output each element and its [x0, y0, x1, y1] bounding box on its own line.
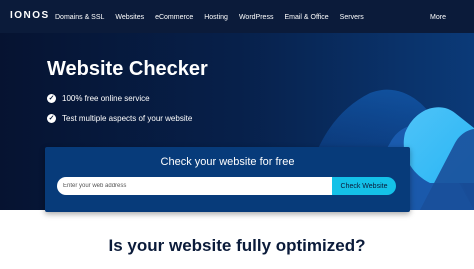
check-icon: ✓ [47, 93, 56, 103]
feature-label: 100% free online service [62, 93, 150, 103]
check-website-button[interactable]: Check Website [332, 177, 396, 195]
feature-item: ✓ 100% free online service [47, 88, 192, 108]
page: IONOS Domains & SSL Websites eCommerce H… [0, 0, 474, 269]
checker-card: Check your website for free Check Websit… [45, 147, 410, 212]
section-heading: Is your website fully optimized? [108, 236, 366, 255]
feature-label: Test multiple aspects of your website [62, 113, 193, 123]
logo[interactable]: IONOS [10, 10, 50, 21]
nav-item-websites[interactable]: Websites [115, 14, 144, 21]
nav-item-servers[interactable]: Servers [340, 14, 364, 21]
page-title: Website Checker [47, 58, 208, 80]
top-nav: IONOS Domains & SSL Websites eCommerce H… [0, 0, 474, 33]
feature-list: ✓ 100% free online service ✓ Test multip… [47, 88, 192, 128]
nav-item-domains[interactable]: Domains & SSL [55, 14, 104, 21]
nav-item-ecommerce[interactable]: eCommerce [155, 14, 193, 21]
nav-item-wordpress[interactable]: WordPress [239, 14, 274, 21]
nav-menu: Domains & SSL Websites eCommerce Hosting… [55, 14, 364, 21]
check-icon: ✓ [47, 113, 56, 123]
checker-heading: Check your website for free [160, 156, 295, 168]
nav-item-email-office[interactable]: Email & Office [284, 14, 328, 21]
nav-more[interactable]: More [430, 14, 446, 21]
website-address-input[interactable] [57, 177, 332, 195]
nav-item-hosting[interactable]: Hosting [204, 14, 228, 21]
feature-item: ✓ Test multiple aspects of your website [47, 108, 192, 128]
